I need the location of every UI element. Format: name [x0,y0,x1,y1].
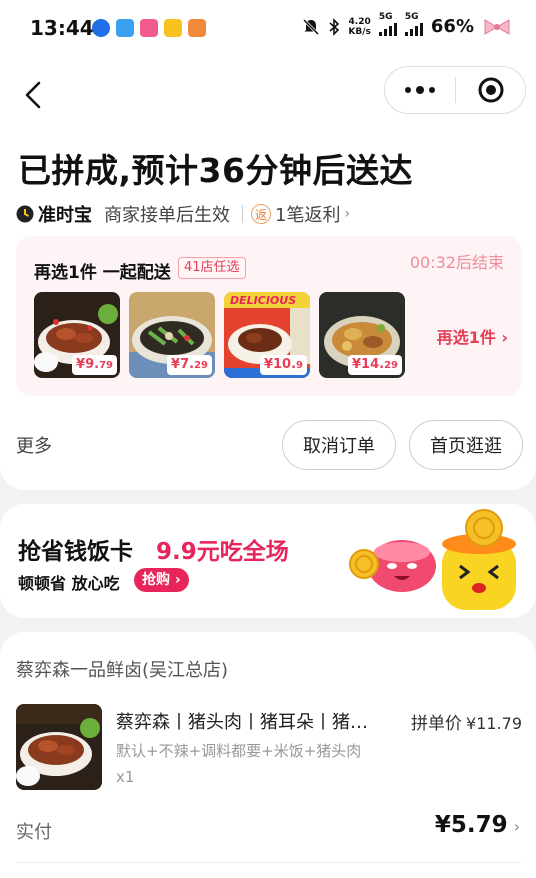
shop-name[interactable]: 蔡弈森一品鲜卤(吴江总店) [16,656,228,682]
guarantee-desc: 商家接单后生效 [104,205,230,226]
order-detail-card: 蔡弈森一品鲜卤(吴江总店) 蔡弈森丨猪头肉丨猪耳朵丨猪… 拼单价 ¥11.79 默… [0,632,536,878]
clock: 13:44 [30,16,94,40]
battery-percent: 66% [430,16,474,37]
clock-shield-icon [16,205,34,223]
mascot-illustration [349,509,516,610]
cancel-order-button[interactable]: 取消订单 [282,420,396,470]
app-yellow-icon [164,19,182,37]
notification-icons [92,19,206,37]
paid-amount[interactable]: ¥5.79 › [435,812,520,838]
store-count-tag: 41店任选 [178,257,246,279]
home-browse-button[interactable]: 首页逛逛 [409,420,523,470]
chevron-right-icon: › [513,817,520,836]
miniapp-capsule [384,66,526,114]
item-quantity: x1 [116,768,135,786]
promo-buy-button[interactable]: 抢购 › [134,568,189,592]
rebate-badge-icon: 返 [251,204,271,224]
guarantee-row[interactable]: 准时宝 商家接单后生效 返 1笔返利 › [16,201,350,227]
item-spec: 默认+不辣+调料都要+米饭+猪头肉 [116,742,362,760]
food-item-3[interactable]: DELICIOUS ¥10.9 [224,292,310,378]
food-item-2[interactable]: ¥7.29 [129,292,215,378]
countdown-timer: 00:32后结束 [409,253,504,272]
food-item-4[interactable]: ¥14.29 [319,292,405,378]
reselect-button[interactable]: 再选1件 › [437,324,508,348]
order-status-card: 已拼成,预计36分钟后送达 准时宝 商家接单后生效 返 1笔返利 › 再选1件 … [0,58,536,490]
sim2-signal: 5G [404,12,423,36]
price-tag: ¥7.29 [167,355,212,375]
bow-battery-icon [484,18,510,35]
more-link[interactable]: 更多 [16,432,52,458]
group-price: 拼单价 ¥11.79 [411,714,522,734]
chevron-left-icon [25,81,41,109]
price-tag: ¥9.79 [72,355,117,375]
mute-bell-icon [303,18,320,35]
paid-label: 实付 [16,822,52,843]
delicious-banner: DELICIOUS [230,294,297,307]
more-button[interactable] [385,67,455,113]
app-pink-icon [140,19,158,37]
add-item-title: 再选1件 一起配送 [34,263,171,283]
app-c-icon [92,19,110,37]
food-item-1[interactable]: ¥9.79 [34,292,120,378]
chevron-right-icon: › [344,206,351,222]
price-tag: ¥10.9 [259,355,307,375]
promo-highlight: 9.9元吃全场 [156,539,289,565]
item-image [16,704,102,790]
add-item-section: 再选1件 一起配送 41店任选 00:32后结束 ¥9.79 ¥7.29 DEL… [16,236,522,396]
close-miniapp-button[interactable] [456,67,525,113]
page-title: 已拼成,预计36分钟后送达 [18,151,413,190]
promo-title: 抢省钱饭卡 [18,539,133,565]
rebate-text: 1笔返利 [275,205,341,226]
bluetooth-icon [329,17,340,36]
app-orange-icon [188,19,206,37]
sim1-signal: 5G [378,12,397,36]
food-image [16,704,102,790]
app-blue-icon [116,19,134,37]
back-button[interactable] [20,78,46,112]
item-name: 蔡弈森丨猪头肉丨猪耳朵丨猪… [116,712,368,733]
system-icons: 4.20 KB/s 5G 5G 66% [302,12,512,37]
divider [16,862,522,863]
promo-subtitle: 顿顿省 放心吃 [18,574,120,593]
target-circle-icon [478,77,503,103]
more-dots-icon [405,87,411,93]
meal-card-promo[interactable]: 抢省钱饭卡 9.9元吃全场 顿顿省 放心吃 抢购 › [0,504,536,618]
price-tag: ¥14.29 [348,355,402,375]
network-speed: 4.20 KB/s [348,16,371,37]
status-bar: 13:44 4.20 KB/s 5G 5G 66% [0,0,536,58]
guarantee-label: 准时宝 [38,205,92,226]
